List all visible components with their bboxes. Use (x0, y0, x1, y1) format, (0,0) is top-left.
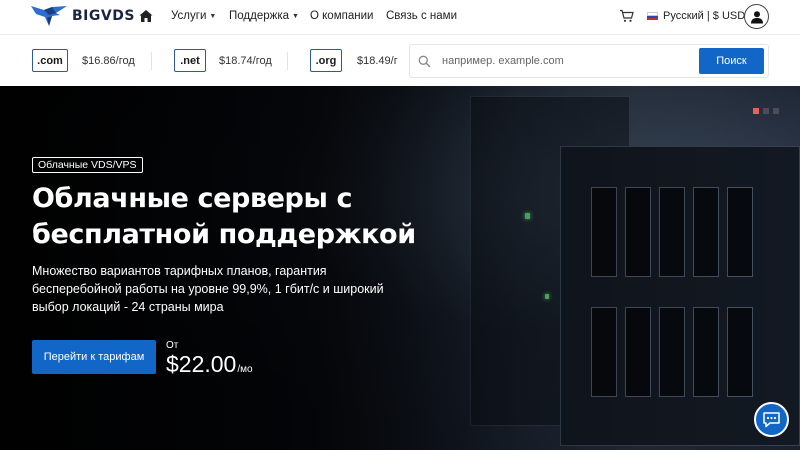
chevron-down-icon: ▼ (209, 12, 217, 20)
search-button[interactable]: Поиск (699, 48, 764, 74)
slide-dot-3[interactable] (773, 108, 779, 114)
hero-price-unit: /мо (237, 364, 253, 375)
tld-org-badge[interactable]: .org (310, 49, 342, 72)
hero-banner: Облачные VDS/VPS Облачные серверы с бесп… (0, 86, 800, 450)
tld-net-price: $18.74/год (219, 55, 272, 67)
hero-price: $22.00 /мо (166, 351, 253, 378)
user-account-button[interactable] (744, 4, 769, 29)
language-currency-label: Русский | $ USD (663, 10, 746, 22)
top-navbar: BIGVDS Услуги ▼ Поддержка ▼ О компании С… (0, 0, 800, 34)
search-icon (418, 55, 431, 68)
domain-search-box: Поиск (409, 44, 769, 78)
chat-widget-button[interactable] (754, 402, 789, 437)
hero-price-value: $22.00 (166, 351, 237, 377)
chevron-down-icon: ▼ (292, 12, 299, 20)
tld-com-badge[interactable]: .com (32, 49, 68, 72)
nav-item-about[interactable]: О компании (310, 10, 373, 22)
price-prefix: От (166, 340, 179, 351)
russia-flag-icon (647, 12, 658, 20)
tld-org-price: $18.49/г (357, 55, 398, 67)
hero-category-badge: Облачные VDS/VPS (32, 157, 143, 173)
divider (287, 52, 288, 70)
language-currency-selector[interactable]: Русский | $ USD (647, 10, 745, 22)
nav-item-contact[interactable]: Связь с нами (386, 10, 457, 22)
go-to-plans-button[interactable]: Перейти к тарифам (32, 340, 156, 374)
nav-item-contact-label: Связь с нами (386, 10, 457, 22)
logo-eagle-icon (31, 6, 67, 26)
domain-search-input[interactable] (442, 51, 692, 71)
cart-icon[interactable] (619, 9, 634, 23)
hero-headline-line2: бесплатной поддержкой (32, 219, 416, 250)
slide-dot-1[interactable] (753, 108, 759, 114)
hero-headline-line1: Облачные серверы с (32, 183, 353, 214)
logo-text: BIGVDS (72, 8, 135, 24)
user-icon (750, 10, 763, 23)
home-icon[interactable] (139, 9, 153, 23)
hero-description: Множество вариантов тарифных планов, гар… (32, 264, 384, 314)
slider-pagination (753, 108, 779, 114)
logo[interactable]: BIGVDS (30, 4, 135, 28)
slide-dot-2[interactable] (763, 108, 769, 114)
tld-com-price: $16.86/год (82, 55, 135, 67)
tld-net-badge[interactable]: .net (174, 49, 206, 72)
hero-headline: Облачные серверы с бесплатной поддержкой (32, 181, 452, 253)
divider (151, 52, 152, 70)
chat-icon (763, 412, 780, 428)
nav-item-support[interactable]: Поддержка ▼ (229, 10, 299, 22)
nav-item-services[interactable]: Услуги ▼ (171, 10, 216, 22)
domain-search-bar: .com $16.86/год .net $18.74/год .org $18… (0, 34, 800, 86)
nav-item-services-label: Услуги (171, 10, 207, 22)
nav-item-support-label: Поддержка (229, 10, 289, 22)
nav-item-about-label: О компании (310, 10, 374, 22)
